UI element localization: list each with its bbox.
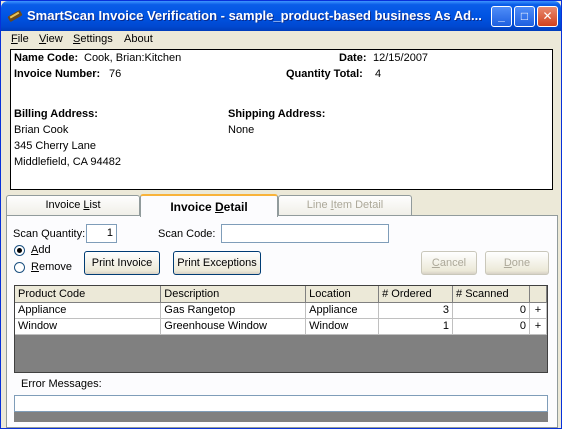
name-code-label: Name Code: [14, 52, 79, 64]
cell-scanned[interactable]: 0 [452, 302, 530, 319]
expand-row-button[interactable]: + [529, 318, 548, 335]
print-invoice-button[interactable]: Print Invoice [84, 251, 160, 275]
billing-line: Middlefield, CA 94482 [14, 156, 122, 168]
column-header-product-code[interactable]: Product Code [15, 286, 162, 303]
maximize-button[interactable]: □ [514, 6, 535, 27]
cell-description[interactable]: Greenhouse Window [160, 318, 307, 335]
name-code-value: Cook, Brian:Kitchen [84, 52, 182, 64]
menu-about[interactable]: About [124, 33, 153, 45]
cell-location[interactable]: Window [305, 318, 380, 335]
line-items-grid[interactable]: Product Code Description Location # Orde… [14, 285, 548, 373]
error-messages-bar [14, 412, 548, 422]
date-value: 12/15/2007 [373, 52, 429, 64]
tab-invoice-detail[interactable]: Invoice Detail [140, 194, 278, 217]
cell-ordered[interactable]: 3 [378, 302, 454, 319]
table-row[interactable]: Window Greenhouse Window Window 1 0 + [15, 318, 548, 335]
cell-ordered[interactable]: 1 [378, 318, 454, 335]
menu-view[interactable]: View [39, 33, 63, 45]
minimize-button[interactable]: _ [491, 6, 512, 27]
menu-bar: File View Settings About [1, 31, 561, 49]
shipping-address-label: Shipping Address: [228, 108, 326, 120]
tab-invoice-list[interactable]: Invoice List [6, 195, 140, 215]
app-scanner-icon [7, 10, 23, 22]
window-title: SmartScan Invoice Verification - sample_… [27, 8, 482, 23]
column-header-ordered[interactable]: # Ordered [378, 286, 454, 303]
grid-header-row: Product Code Description Location # Orde… [15, 286, 548, 303]
remove-radio-label[interactable]: Remove [31, 261, 72, 273]
scan-code-label: Scan Code: [158, 228, 216, 240]
line-items-table: Product Code Description Location # Orde… [15, 286, 548, 335]
error-messages-box[interactable] [14, 395, 548, 412]
invoice-number-label: Invoice Number: [14, 68, 101, 80]
table-row[interactable]: Appliance Gas Rangetop Appliance 3 0 + [15, 302, 548, 319]
add-radio[interactable] [14, 245, 25, 256]
done-button[interactable]: Done [485, 251, 549, 275]
close-button[interactable]: ✕ [537, 6, 558, 27]
billing-line: 345 Cherry Lane [14, 140, 96, 152]
invoice-header-panel: Name Code: Cook, Brian:Kitchen Date: 12/… [10, 49, 553, 190]
expand-row-button[interactable]: + [529, 302, 548, 319]
billing-address-label: Billing Address: [14, 108, 98, 120]
date-label: Date: [339, 52, 367, 64]
cell-product-code[interactable]: Appliance [15, 302, 162, 319]
shipping-address-value: None [228, 124, 255, 136]
menu-file[interactable]: File [11, 33, 29, 45]
cell-scanned[interactable]: 0 [452, 318, 530, 335]
billing-line: Brian Cook [14, 124, 69, 136]
add-radio-label[interactable]: Add [31, 244, 51, 256]
cell-product-code[interactable]: Window [15, 318, 162, 335]
column-header-location[interactable]: Location [305, 286, 380, 303]
title-bar[interactable]: SmartScan Invoice Verification - sample_… [1, 1, 561, 31]
quantity-total-label: Quantity Total: [286, 68, 363, 80]
invoice-number-value: 76 [109, 68, 122, 80]
cell-description[interactable]: Gas Rangetop [160, 302, 307, 319]
scan-code-input[interactable] [221, 224, 389, 243]
remove-radio[interactable] [14, 262, 25, 273]
tab-line-item-detail[interactable]: Line Item Detail [278, 195, 412, 215]
column-header-description[interactable]: Description [160, 286, 307, 303]
error-messages-label: Error Messages: [21, 378, 102, 390]
menu-settings[interactable]: Settings [73, 33, 113, 45]
print-exceptions-button[interactable]: Print Exceptions [173, 251, 261, 275]
app-window: SmartScan Invoice Verification - sample_… [0, 0, 562, 429]
scan-quantity-input[interactable]: 1 [86, 224, 117, 243]
column-header-expand [529, 286, 548, 303]
cell-location[interactable]: Appliance [305, 302, 380, 319]
scan-quantity-label: Scan Quantity: [13, 228, 86, 240]
quantity-total-value: 4 [375, 68, 382, 80]
column-header-scanned[interactable]: # Scanned [452, 286, 530, 303]
cancel-button[interactable]: Cancel [421, 251, 477, 275]
